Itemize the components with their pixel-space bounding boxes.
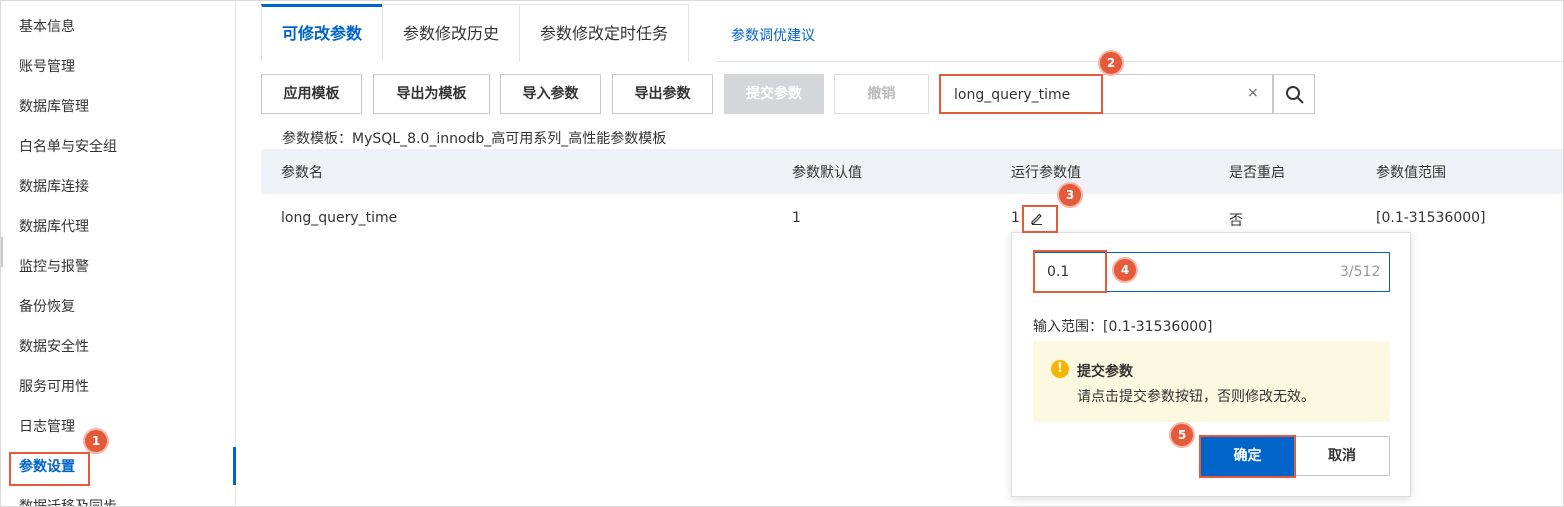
- step-marker-1: 1: [83, 428, 109, 454]
- tab-scheduled-tasks[interactable]: 参数修改定时任务: [519, 4, 690, 62]
- sidebar-item-availability[interactable]: 服务可用性: [19, 375, 89, 399]
- step-marker-3: 3: [1057, 182, 1083, 208]
- warning-text: 请点击提交参数按钮，否则修改无效。: [1077, 389, 1315, 405]
- tab-bar: 可修改参数 参数修改历史 参数修改定时任务: [261, 4, 690, 62]
- sidebar-item-whitelist[interactable]: 白名单与安全组: [19, 135, 117, 159]
- col-header-name: 参数名: [281, 165, 323, 181]
- tab-modifiable-params[interactable]: 可修改参数: [261, 4, 384, 62]
- submit-params-button[interactable]: 提交参数: [724, 74, 824, 114]
- step-marker-2: 2: [1098, 50, 1124, 76]
- clear-icon[interactable]: ×: [1247, 85, 1259, 101]
- import-params-button[interactable]: 导入参数: [500, 74, 601, 114]
- char-count: 3/512: [1340, 264, 1381, 280]
- sidebar-item-databases[interactable]: 数据库管理: [19, 95, 89, 119]
- col-header-running: 运行参数值: [1011, 165, 1081, 181]
- table-header: [261, 149, 1563, 194]
- sidebar-item-basic-info[interactable]: 基本信息: [19, 15, 75, 39]
- cell-param-name: long_query_time: [281, 210, 398, 226]
- export-params-button[interactable]: 导出参数: [612, 74, 713, 114]
- cell-restart: 否: [1229, 213, 1243, 229]
- sidebar-item-monitoring[interactable]: 监控与报警: [19, 255, 89, 279]
- highlight-search: [939, 74, 1103, 114]
- warning-box: [1033, 341, 1390, 422]
- sidebar-item-security[interactable]: 数据安全性: [19, 335, 89, 359]
- search-icon: [1286, 86, 1304, 104]
- highlight-sidebar-parameters: [9, 452, 90, 486]
- step-marker-5: 5: [1169, 422, 1195, 448]
- sidebar-item-connection[interactable]: 数据库连接: [19, 175, 89, 199]
- sidebar: 基本信息 账号管理 数据库管理 白名单与安全组 数据库连接 数据库代理 监控与报…: [1, 1, 236, 506]
- export-as-template-button[interactable]: 导出为模板: [373, 74, 490, 114]
- sidebar-item-migration[interactable]: 数据迁移及同步: [19, 495, 117, 506]
- col-header-range: 参数值范围: [1376, 165, 1446, 181]
- input-range-hint: 输入范围：[0.1-31536000]: [1033, 319, 1213, 335]
- apply-template-button[interactable]: 应用模板: [261, 74, 362, 114]
- highlight-edit-icon: [1022, 205, 1058, 233]
- warning-title: 提交参数: [1077, 364, 1133, 380]
- cancel-button[interactable]: 取消: [1294, 436, 1390, 476]
- sidebar-item-backup[interactable]: 备份恢复: [19, 295, 75, 319]
- sidebar-scroll-tick: [1, 237, 3, 267]
- search-button[interactable]: [1273, 74, 1315, 114]
- undo-button[interactable]: 撤销: [834, 74, 929, 114]
- col-header-restart: 是否重启: [1229, 165, 1285, 181]
- cell-default-value: 1: [792, 210, 801, 226]
- console-frame: 基本信息 账号管理 数据库管理 白名单与安全组 数据库连接 数据库代理 监控与报…: [0, 0, 1564, 507]
- template-info: 参数模板：MySQL_8.0_innodb_高可用系列_高性能参数模板: [282, 131, 667, 147]
- sidebar-item-logs[interactable]: 日志管理: [19, 415, 75, 439]
- sidebar-active-indicator: [233, 447, 236, 485]
- step-marker-4: 4: [1112, 257, 1138, 283]
- highlight-confirm: [1199, 435, 1296, 478]
- warning-icon: !: [1051, 360, 1069, 378]
- sidebar-item-proxy[interactable]: 数据库代理: [19, 215, 89, 239]
- cell-range: [0.1-31536000]: [1376, 210, 1486, 226]
- col-header-default: 参数默认值: [792, 165, 862, 181]
- cell-running-value: 1: [1011, 210, 1020, 226]
- tab-param-history[interactable]: 参数修改历史: [382, 4, 521, 62]
- highlight-value-input: [1033, 250, 1107, 293]
- sidebar-item-accounts[interactable]: 账号管理: [19, 55, 75, 79]
- tuning-advice-link[interactable]: 参数调优建议: [731, 25, 815, 45]
- tab-divider: [716, 61, 1563, 62]
